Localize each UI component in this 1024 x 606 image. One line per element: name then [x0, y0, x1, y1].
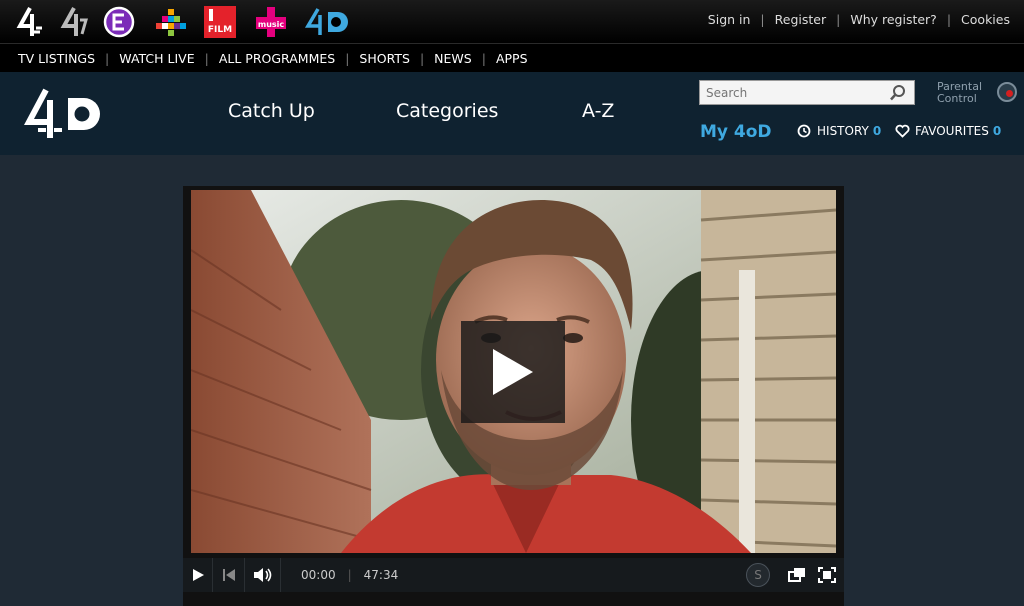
search-icon[interactable]	[886, 82, 910, 104]
channel4-logo-icon[interactable]	[14, 4, 46, 40]
account-links: Sign in | Register | Why register? | Coo…	[708, 12, 1010, 27]
play-icon	[192, 569, 204, 581]
history-link[interactable]: HISTORY 0	[797, 124, 881, 138]
parental-label-line2: Control	[937, 91, 977, 105]
divider: |	[105, 50, 110, 66]
svg-text:music: music	[258, 20, 285, 29]
divider: |	[204, 50, 209, 66]
more4-logo-icon[interactable]	[154, 4, 188, 40]
subtitles-label: S	[754, 568, 762, 582]
subtitles-button[interactable]: S	[746, 563, 770, 587]
nav-tv-listings[interactable]: TV LISTINGS	[18, 51, 95, 66]
divider: |	[836, 12, 841, 27]
divider: |	[345, 50, 350, 66]
search-input[interactable]	[700, 85, 886, 100]
time-divider: |	[347, 568, 352, 582]
favourites-label: FAVOURITES	[915, 124, 989, 138]
divider: |	[419, 50, 425, 66]
skip-back-button[interactable]	[213, 558, 245, 592]
site-nav: TV LISTINGS | WATCH LIVE | ALL PROGRAMME…	[0, 44, 1024, 72]
fullscreen-icon	[818, 567, 836, 583]
svg-text:FILM: FILM	[208, 25, 232, 35]
fullscreen-button[interactable]	[813, 558, 841, 592]
nav-shorts[interactable]: SHORTS	[359, 51, 410, 66]
cookies-link[interactable]: Cookies	[961, 12, 1010, 27]
parental-label-line1: Parental	[937, 80, 983, 93]
divider: |	[760, 12, 765, 27]
sign-in-link[interactable]: Sign in	[708, 12, 751, 27]
film4-logo-icon[interactable]: FILM	[203, 4, 237, 40]
nav-watch-live[interactable]: WATCH LIVE	[119, 51, 194, 66]
play-icon	[493, 349, 533, 395]
4od-logo-icon[interactable]	[304, 4, 350, 40]
favourites-link[interactable]: FAVOURITES 0	[895, 124, 1001, 138]
nav-all-programmes[interactable]: ALL PROGRAMMES	[219, 51, 335, 66]
parental-control-label: Parental Control	[937, 81, 982, 104]
popout-button[interactable]	[783, 558, 811, 592]
my-4od-link[interactable]: My 4oD	[700, 122, 772, 142]
heart-icon	[895, 124, 910, 138]
clock-icon	[797, 124, 811, 138]
history-count: 0	[872, 124, 882, 138]
search-box	[699, 80, 915, 105]
favourites-count: 0	[992, 124, 1002, 138]
parental-control-toggle[interactable]	[997, 82, 1017, 102]
channel4-plus1-logo-icon[interactable]	[58, 4, 90, 40]
why-register-link[interactable]: Why register?	[850, 12, 937, 27]
history-label: HISTORY	[817, 124, 869, 138]
total-time: 47:34	[363, 568, 399, 582]
player-controls: 00:00 | 47:34 S	[183, 558, 844, 592]
skip-back-icon	[222, 569, 235, 581]
divider: |	[946, 12, 952, 27]
popout-icon	[788, 568, 805, 582]
4music-logo-icon[interactable]: music	[254, 4, 288, 40]
nav-news[interactable]: NEWS	[434, 51, 472, 66]
channel-bar: FILM music Sign in | Register | Why regi…	[0, 0, 1024, 44]
volume-button[interactable]	[245, 558, 281, 592]
divider: |	[481, 50, 486, 66]
speaker-icon	[253, 568, 271, 582]
tab-categories[interactable]: Categories	[396, 100, 498, 122]
tab-a-z[interactable]: A-Z	[582, 100, 614, 122]
nav-apps[interactable]: APPS	[496, 51, 528, 66]
play-button[interactable]	[183, 558, 213, 592]
4od-brand-logo-icon[interactable]	[24, 86, 110, 146]
tab-catch-up[interactable]: Catch Up	[228, 100, 315, 122]
register-link[interactable]: Register	[775, 12, 826, 27]
big-play-button[interactable]	[461, 321, 565, 423]
current-time: 00:00	[301, 568, 336, 582]
e4-logo-icon[interactable]	[102, 4, 136, 40]
